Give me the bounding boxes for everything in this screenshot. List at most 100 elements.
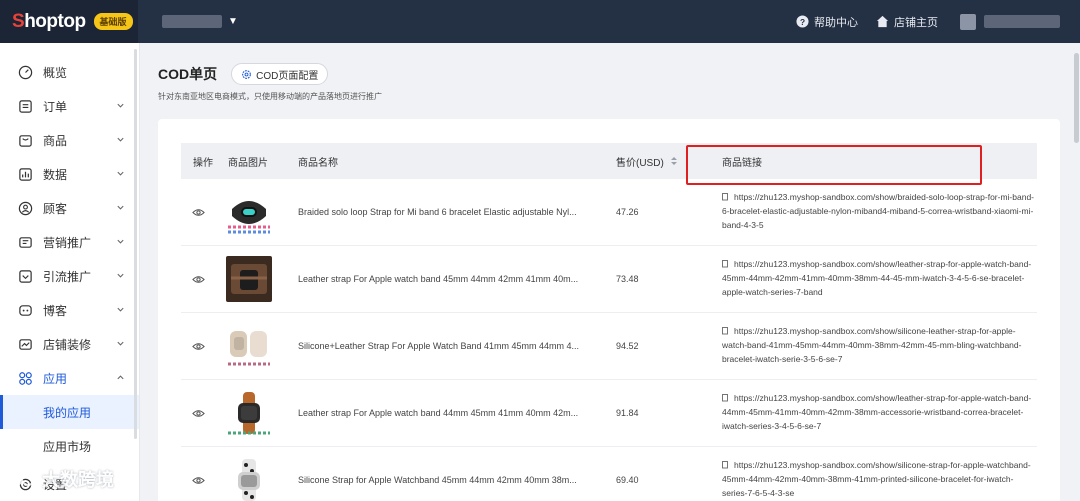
copy-icon[interactable]	[722, 193, 729, 201]
view-eye-icon[interactable]	[192, 340, 205, 353]
product-table: 操作 商品图片 商品名称 售价(USD) 商品链接 Braided solo l…	[181, 143, 1037, 501]
sidebar-subitem-my-apps[interactable]: 我的应用	[0, 395, 139, 429]
chevron-down-icon	[117, 307, 124, 312]
scrollbar-thumb[interactable]	[1074, 53, 1079, 143]
sidebar-item-apps[interactable]: 应用	[0, 361, 139, 395]
product-name: Leather strap For Apple watch band 45mm …	[298, 274, 579, 284]
cod-config-label: COD页面配置	[256, 70, 319, 82]
logo-text: Shoptop	[12, 10, 86, 32]
chevron-down-icon	[117, 171, 124, 176]
chevron-down-icon	[117, 273, 124, 278]
product-price: 73.48	[616, 274, 639, 284]
plan-badge: 基础版	[93, 13, 133, 30]
apps-icon	[19, 371, 32, 385]
view-eye-icon[interactable]	[192, 206, 205, 219]
store-home-link[interactable]: 店铺主页	[876, 14, 938, 30]
chevron-down-icon	[117, 137, 124, 142]
view-eye-icon[interactable]	[192, 273, 205, 286]
sidebar-item-overview[interactable]: 概览	[0, 55, 139, 89]
account-name-blurred	[984, 15, 1060, 28]
table-row: Silicone+Leather Strap For Apple Watch B…	[181, 313, 1037, 380]
watermark-text: 大数跨境	[42, 470, 114, 490]
avatar	[960, 13, 976, 30]
watermark: 大数跨境	[8, 466, 114, 492]
product-name: Leather strap For Apple watch band 44mm …	[298, 408, 579, 418]
copy-icon[interactable]	[722, 327, 729, 335]
copy-icon[interactable]	[722, 461, 729, 469]
view-eye-icon[interactable]	[192, 407, 205, 420]
product-name: Braided solo loop Strap for Mi band 6 br…	[298, 207, 577, 217]
view-eye-icon[interactable]	[192, 474, 205, 487]
table-row: Braided solo loop Strap for Mi band 6 br…	[181, 179, 1037, 246]
col-header-name: 商品名称	[298, 157, 338, 169]
sidebar-item-blog[interactable]: 博客	[0, 293, 139, 327]
product-price: 69.40	[616, 475, 639, 485]
store-design-icon	[19, 338, 32, 350]
table-row: Leather strap For Apple watch band 45mm …	[181, 246, 1037, 313]
product-image	[226, 323, 272, 369]
help-center-link[interactable]: ? 帮助中心	[796, 14, 858, 30]
sidebar-item-products[interactable]: 商品	[0, 123, 139, 157]
traffic-icon	[19, 269, 32, 283]
table-row: Silicone Strap for Apple Watchband 45mm …	[181, 447, 1037, 501]
sidebar-item-traffic[interactable]: 引流推广	[0, 259, 139, 293]
sidebar: 概览 订单 商品 数据 顾客 营销推广 引流推广 博客 店铺装修 应用 我的应用…	[0, 43, 140, 501]
product-name: Silicone Strap for Apple Watchband 45mm …	[298, 475, 577, 485]
table-row: Leather strap For Apple watch band 44mm …	[181, 380, 1037, 447]
watermark-logo-icon	[9, 472, 35, 486]
marketing-icon	[19, 236, 32, 248]
product-link[interactable]: https://zhu123.myshop-sandbox.com/show/b…	[722, 190, 1034, 232]
col-header-action: 操作	[193, 157, 213, 169]
copy-icon[interactable]	[722, 260, 729, 268]
sidebar-item-store-design[interactable]: 店铺装修	[0, 327, 139, 361]
chevron-down-icon	[117, 341, 124, 346]
sidebar-item-customers[interactable]: 顾客	[0, 191, 139, 225]
product-link[interactable]: https://zhu123.myshop-sandbox.com/show/s…	[722, 458, 1034, 500]
account-menu[interactable]	[960, 13, 1060, 30]
col-header-image: 商品图片	[228, 157, 268, 169]
blog-icon	[19, 304, 32, 316]
product-link[interactable]: https://zhu123.myshop-sandbox.com/show/l…	[722, 391, 1034, 433]
top-bar: Shoptop 基础版 ▼ ? 帮助中心 店铺主页	[0, 0, 1080, 43]
home-icon	[876, 15, 889, 28]
product-link[interactable]: https://zhu123.myshop-sandbox.com/show/s…	[722, 324, 1034, 366]
sidebar-item-marketing[interactable]: 营销推广	[0, 225, 139, 259]
col-header-price[interactable]: 售价(USD)	[616, 154, 678, 169]
main-scrollbar[interactable]	[1073, 43, 1080, 501]
product-link[interactable]: https://zhu123.myshop-sandbox.com/show/l…	[722, 257, 1034, 299]
caret-down-icon: ▼	[228, 16, 238, 27]
help-center-label: 帮助中心	[814, 16, 858, 29]
highlight-annotation-box	[686, 145, 982, 185]
chevron-up-icon	[117, 375, 124, 380]
copy-icon[interactable]	[722, 394, 729, 402]
sidebar-scrollbar[interactable]	[134, 49, 137, 439]
product-icon	[19, 134, 32, 147]
sidebar-item-data[interactable]: 数据	[0, 157, 139, 191]
chevron-down-icon	[117, 239, 124, 244]
chevron-down-icon	[117, 103, 124, 108]
gear-icon	[242, 69, 252, 79]
product-price: 91.84	[616, 408, 639, 418]
sort-icon[interactable]	[670, 156, 678, 166]
product-price: 47.26	[616, 207, 639, 217]
chevron-down-icon	[117, 205, 124, 210]
product-image	[226, 457, 272, 501]
store-home-label: 店铺主页	[894, 16, 938, 29]
product-image	[226, 390, 272, 436]
store-name-blurred	[162, 15, 222, 28]
main-content: COD单页 COD页面配置 针对东南亚地区电商模式，只使用移动端的产品落地页进行…	[141, 43, 1080, 501]
data-icon	[19, 167, 32, 181]
product-image	[226, 189, 272, 235]
help-icon: ?	[796, 15, 809, 28]
product-name: Silicone+Leather Strap For Apple Watch B…	[298, 341, 580, 351]
store-selector[interactable]: ▼	[162, 15, 238, 28]
sidebar-item-orders[interactable]: 订单	[0, 89, 139, 123]
customer-icon	[18, 201, 33, 215]
sidebar-subitem-app-market[interactable]: 应用市场	[0, 429, 139, 463]
order-icon	[19, 99, 32, 113]
page-description: 针对东南亚地区电商模式，只使用移动端的产品落地页进行推广	[158, 92, 382, 101]
logo[interactable]: Shoptop 基础版	[0, 0, 138, 43]
product-price: 94.52	[616, 341, 639, 351]
page-title: COD单页	[158, 66, 218, 82]
cod-config-button[interactable]: COD页面配置	[231, 63, 329, 85]
